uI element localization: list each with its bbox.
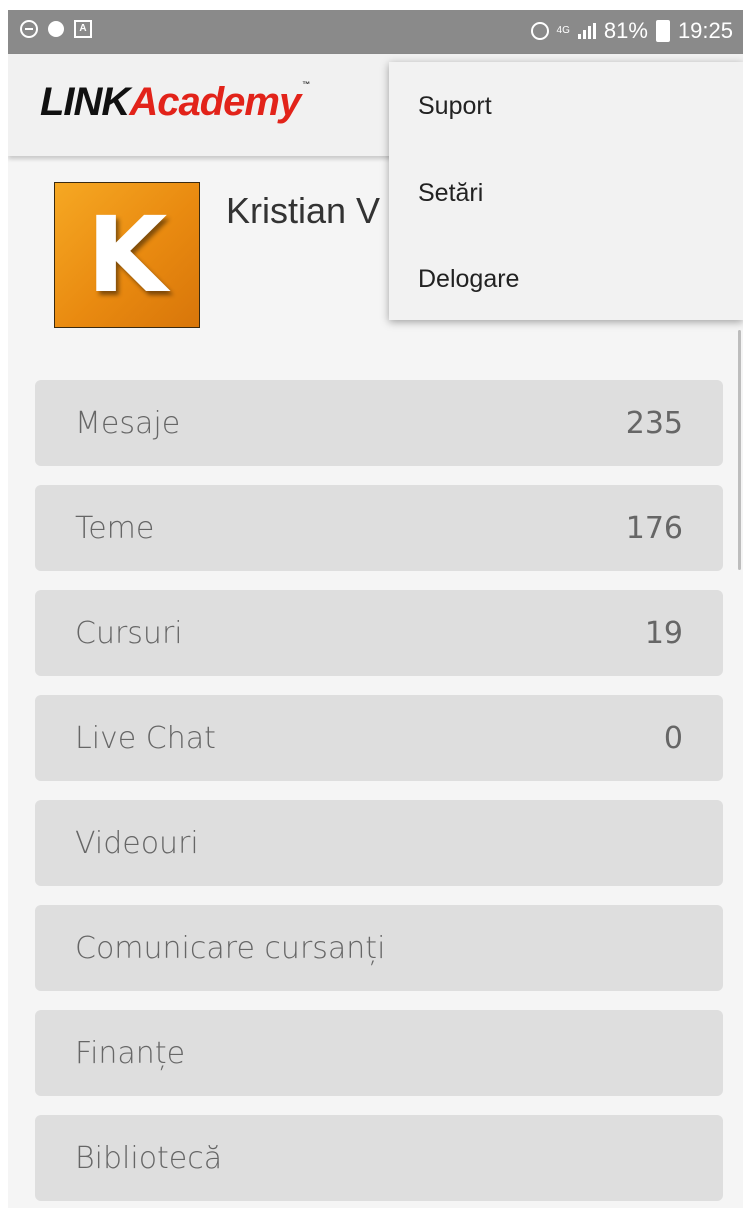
app-screen: A 4G 81% 19:25 LINKAcademy ™ K Kristian V… (8, 10, 743, 1208)
menu-list: Mesaje 235 Teme 176 Cursuri 19 Live Chat… (35, 380, 723, 1208)
battery-icon (655, 20, 670, 42)
sync-icon (48, 21, 64, 37)
user-name: Kristian V (226, 190, 381, 231)
app-icon: A (74, 20, 92, 38)
menu-item-mesaje[interactable]: Mesaje 235 (35, 380, 723, 466)
menu-item-count: 235 (625, 406, 683, 441)
menu-item-count: 0 (663, 721, 683, 756)
menu-item-count: 19 (644, 616, 683, 651)
avatar[interactable]: K (54, 182, 200, 328)
menu-item-live-chat[interactable]: Live Chat 0 (35, 695, 723, 781)
link-academy-logo[interactable]: LINKAcademy ™ (40, 80, 310, 125)
avatar-letter: K (86, 194, 168, 316)
menu-item-label: Teme (75, 511, 155, 546)
scrollbar[interactable] (738, 330, 741, 570)
menu-item-teme[interactable]: Teme 176 (35, 485, 723, 571)
logo-trademark: ™ (302, 80, 310, 89)
overflow-dropdown-menu: Suport Setări Delogare (389, 62, 743, 320)
battery-percent: 81% (603, 18, 648, 43)
status-left-icons: A (20, 20, 92, 38)
alarm-icon (530, 22, 549, 40)
menu-item-videouri[interactable]: Videouri (35, 800, 723, 886)
menu-item-biblioteca[interactable]: Bibliotecă (35, 1115, 723, 1201)
dropdown-item-setari[interactable]: Setări (389, 150, 743, 236)
status-bar: A 4G 81% 19:25 (8, 10, 743, 54)
menu-item-comunicare-cursanti[interactable]: Comunicare cursanți (35, 905, 723, 991)
do-not-disturb-icon (20, 20, 38, 38)
menu-item-label: Cursuri (75, 616, 183, 651)
menu-item-cursuri[interactable]: Cursuri 19 (35, 590, 723, 676)
network-type: 4G (556, 25, 570, 36)
menu-item-count: 176 (625, 511, 683, 546)
menu-item-finante[interactable]: Finanțe (35, 1010, 723, 1096)
menu-item-label: Finanțe (75, 1036, 186, 1071)
dropdown-item-suport[interactable]: Suport (389, 62, 743, 150)
logo-text-link: LINK (40, 80, 130, 124)
signal-icon (577, 23, 596, 39)
clock: 19:25 (677, 18, 733, 43)
logo-text-academy: Academy (129, 80, 301, 124)
menu-item-label: Comunicare cursanți (75, 931, 386, 966)
menu-item-label: Mesaje (75, 406, 181, 441)
dropdown-item-delogare[interactable]: Delogare (389, 236, 743, 322)
status-right: 4G 81% 19:25 (530, 18, 733, 44)
menu-item-label: Bibliotecă (75, 1141, 223, 1176)
menu-item-label: Live Chat (75, 721, 216, 756)
menu-item-label: Videouri (75, 826, 199, 861)
